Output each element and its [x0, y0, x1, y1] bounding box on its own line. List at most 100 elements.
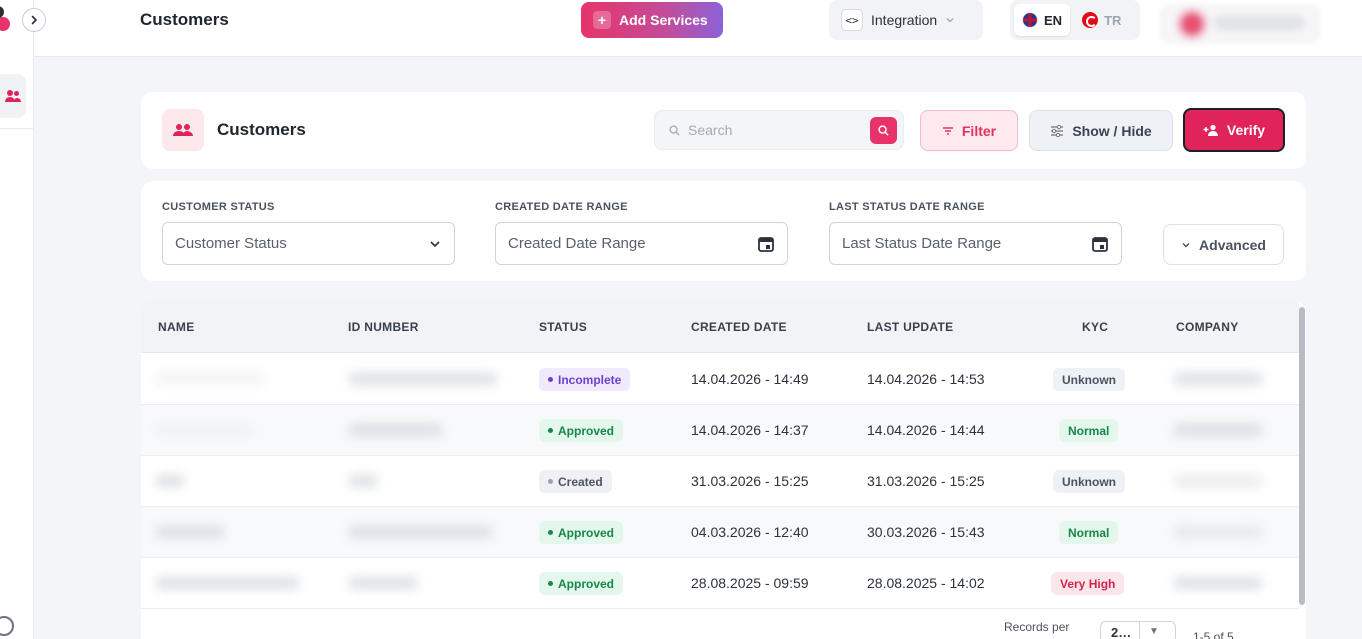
customers-section-icon	[162, 109, 204, 151]
col-name[interactable]: NAME	[158, 320, 195, 334]
integration-dropdown[interactable]: <> Integration	[829, 0, 983, 40]
integration-label: Integration	[871, 12, 938, 28]
name-redacted	[155, 372, 265, 386]
avatar	[1180, 12, 1204, 36]
show-hide-button[interactable]: Show / Hide	[1029, 110, 1173, 151]
verify-button[interactable]: Verify	[1183, 108, 1285, 152]
company-redacted	[1173, 576, 1263, 590]
lang-tr-label: TR	[1104, 12, 1122, 28]
col-status[interactable]: STATUS	[539, 320, 587, 334]
customer-status-placeholder: Customer Status	[175, 235, 287, 252]
filters-card: CUSTOMER STATUS Customer Status CREATED …	[141, 181, 1306, 281]
search-button[interactable]	[870, 117, 897, 144]
user-plus-icon	[1203, 124, 1218, 136]
records-per-page-value: 2…	[1111, 624, 1132, 639]
left-rail	[0, 0, 34, 639]
kyc-badge: Unknown	[1053, 368, 1125, 391]
uk-flag-icon	[1022, 12, 1038, 28]
chevron-right-icon	[31, 15, 38, 25]
kyc-badge: Normal	[1059, 521, 1119, 544]
table-scrollbar[interactable]	[1299, 307, 1305, 605]
last-update: 14.04.2026 - 14:53	[867, 371, 985, 387]
col-created-date[interactable]: CREATED DATE	[691, 320, 787, 334]
search-input[interactable]	[688, 122, 858, 138]
kyc-badge: Unknown	[1053, 470, 1125, 493]
lang-en-label: EN	[1044, 12, 1063, 28]
company-redacted	[1173, 525, 1263, 539]
created-date: 28.08.2025 - 09:59	[691, 575, 809, 591]
last-status-date-range-placeholder: Last Status Date Range	[842, 235, 1002, 252]
col-id-number[interactable]: ID NUMBER	[348, 320, 419, 334]
created-date: 14.04.2026 - 14:37	[691, 422, 809, 438]
caret-down-icon: ▼	[1149, 626, 1159, 637]
table-header: NAME ID NUMBER STATUS CREATED DATE LAST …	[141, 301, 1299, 353]
status-badge: Approved	[539, 521, 624, 544]
users-icon	[173, 124, 193, 136]
chevron-down-icon	[946, 18, 954, 23]
language-switcher: EN TR	[1010, 0, 1140, 40]
tr-flag-icon	[1082, 12, 1099, 28]
records-per-label: Records per	[1004, 620, 1070, 634]
plus-icon: +	[593, 11, 611, 29]
last-update: 31.03.2026 - 15:25	[867, 473, 985, 489]
kyc-badge: Normal	[1059, 419, 1119, 442]
calendar-icon	[1092, 236, 1108, 252]
user-menu[interactable]	[1160, 4, 1320, 44]
customers-header-card: Customers Filter Show / Hide	[141, 92, 1306, 169]
created-date: 31.03.2026 - 15:25	[691, 473, 809, 489]
status-badge: Incomplete	[539, 368, 631, 391]
customer-status-select[interactable]: Customer Status	[162, 222, 455, 265]
col-company[interactable]: COMPANY	[1176, 320, 1239, 334]
select-divider	[1139, 622, 1140, 639]
company-redacted	[1173, 423, 1263, 437]
name-redacted	[155, 474, 185, 488]
col-last-update[interactable]: LAST UPDATE	[867, 320, 953, 334]
advanced-button[interactable]: Advanced	[1163, 224, 1284, 265]
page-title: Customers	[140, 10, 229, 29]
records-per-page-select[interactable]: 2… ▼	[1100, 621, 1176, 639]
created-date-range-field[interactable]: Created Date Range	[495, 222, 788, 265]
filter-icon	[942, 126, 953, 135]
name-redacted	[155, 423, 255, 437]
last-status-date-range-field[interactable]: Last Status Date Range	[829, 222, 1122, 265]
table-row[interactable]: Incomplete 14.04.2026 - 14:49 14.04.2026…	[141, 354, 1299, 405]
show-hide-label: Show / Hide	[1072, 122, 1152, 139]
table-row[interactable]: Approved 04.03.2026 - 12:40 30.03.2026 -…	[141, 507, 1299, 558]
table-row[interactable]: Approved 14.04.2026 - 14:37 14.04.2026 -…	[141, 405, 1299, 456]
created-date-range-placeholder: Created Date Range	[508, 235, 646, 252]
table-row[interactable]: Approved 28.08.2025 - 09:59 28.08.2025 -…	[141, 558, 1299, 609]
users-icon	[5, 90, 21, 102]
lang-en-button[interactable]: EN	[1014, 4, 1071, 36]
created-date: 04.03.2026 - 12:40	[691, 524, 809, 540]
created-date: 14.04.2026 - 14:49	[691, 371, 809, 387]
calendar-icon	[758, 236, 774, 252]
id-number-redacted	[348, 372, 498, 386]
last-update: 30.03.2026 - 15:43	[867, 524, 985, 540]
help-icon[interactable]	[0, 616, 14, 636]
filter-button[interactable]: Filter	[920, 110, 1018, 151]
company-redacted	[1173, 474, 1263, 488]
table-row[interactable]: Created 31.03.2026 - 15:25 31.03.2026 - …	[141, 456, 1299, 507]
kyc-badge: Very High	[1051, 572, 1125, 595]
id-number-redacted	[348, 474, 378, 488]
add-services-button[interactable]: + Add Services	[581, 2, 723, 38]
top-bar: Customers + Add Services <> Integration …	[34, 0, 1362, 57]
status-badge: Created	[539, 470, 612, 493]
search-field	[654, 110, 904, 150]
records-range: 1-5 of 5	[1193, 630, 1234, 639]
sidebar-toggle-button[interactable]	[22, 8, 46, 32]
col-kyc[interactable]: KYC	[1082, 320, 1108, 334]
add-services-label: Add Services	[619, 12, 708, 28]
status-badge: Approved	[539, 572, 624, 595]
lang-tr-button[interactable]: TR	[1074, 4, 1129, 36]
id-number-redacted	[348, 525, 493, 539]
section-title: Customers	[217, 120, 306, 139]
status-badge: Approved	[539, 419, 624, 442]
sidebar-item-customers[interactable]	[0, 74, 26, 118]
chevron-down-icon	[1182, 242, 1190, 247]
company-redacted	[1173, 372, 1263, 386]
filter-label: Filter	[961, 122, 997, 139]
chevron-down-icon	[430, 240, 440, 247]
verify-label: Verify	[1226, 122, 1266, 138]
id-number-redacted	[348, 423, 443, 437]
